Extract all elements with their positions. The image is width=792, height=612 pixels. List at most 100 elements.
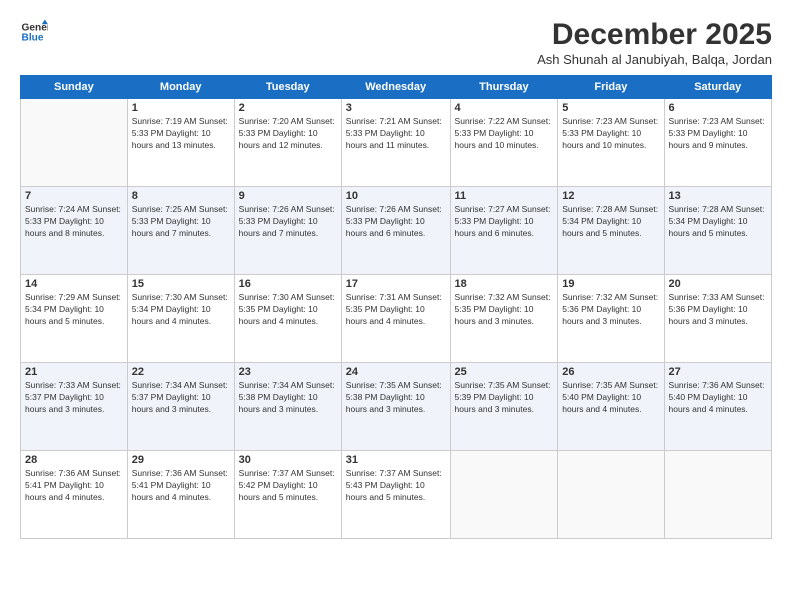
calendar-header-row: Sunday Monday Tuesday Wednesday Thursday… bbox=[21, 76, 772, 99]
calendar-table: Sunday Monday Tuesday Wednesday Thursday… bbox=[20, 75, 772, 539]
day-info: Sunrise: 7:36 AM Sunset: 5:40 PM Dayligh… bbox=[669, 380, 767, 416]
table-row: 12 Sunrise: 7:28 AM Sunset: 5:34 PM Dayli… bbox=[558, 187, 664, 275]
table-row: 20Sunrise: 7:33 AM Sunset: 5:36 PM Dayli… bbox=[664, 275, 771, 363]
header-saturday: Saturday bbox=[664, 76, 771, 99]
calendar-week-row: 28Sunrise: 7:36 AM Sunset: 5:41 PM Dayli… bbox=[21, 451, 772, 539]
day-info: Sunrise: 7:36 AM Sunset: 5:41 PM Dayligh… bbox=[132, 468, 230, 504]
header-wednesday: Wednesday bbox=[341, 76, 450, 99]
day-info: Sunrise: 7:35 AM Sunset: 5:38 PM Dayligh… bbox=[346, 380, 446, 416]
day-number: 30 bbox=[239, 454, 337, 466]
calendar-week-row: 1Sunrise: 7:19 AM Sunset: 5:33 PM Daylig… bbox=[21, 99, 772, 187]
calendar-week-row: 21 Sunrise: 7:33 AM Sunset: 5:37 PM Dayli… bbox=[21, 363, 772, 451]
table-row: 9 Sunrise: 7:26 AM Sunset: 5:33 PM Daylig… bbox=[234, 187, 341, 275]
header-friday: Friday bbox=[558, 76, 664, 99]
day-info: Sunrise: 7:28 AM Sunset: 5:34 PM Dayligh… bbox=[562, 204, 659, 240]
day-number: 26 bbox=[562, 366, 659, 378]
day-info: Sunrise: 7:24 AM Sunset: 5:33 PM Dayligh… bbox=[25, 204, 123, 240]
table-row: 24 Sunrise: 7:35 AM Sunset: 5:38 PM Dayli… bbox=[341, 363, 450, 451]
day-number: 7 bbox=[25, 190, 123, 202]
day-number: 12 bbox=[562, 190, 659, 202]
day-info: Sunrise: 7:35 AM Sunset: 5:40 PM Dayligh… bbox=[562, 380, 659, 416]
day-info: Sunrise: 7:33 AM Sunset: 5:36 PM Dayligh… bbox=[669, 292, 767, 328]
header: General Blue December 2025 Ash Shunah al… bbox=[20, 18, 772, 67]
logo-icon: General Blue bbox=[20, 18, 48, 46]
day-info: Sunrise: 7:29 AM Sunset: 5:34 PM Dayligh… bbox=[25, 292, 123, 328]
title-block: December 2025 Ash Shunah al Janubiyah, B… bbox=[537, 18, 772, 67]
day-info: Sunrise: 7:21 AM Sunset: 5:33 PM Dayligh… bbox=[346, 116, 446, 152]
day-info: Sunrise: 7:34 AM Sunset: 5:38 PM Dayligh… bbox=[239, 380, 337, 416]
day-info: Sunrise: 7:30 AM Sunset: 5:34 PM Dayligh… bbox=[132, 292, 230, 328]
table-row: 6Sunrise: 7:23 AM Sunset: 5:33 PM Daylig… bbox=[664, 99, 771, 187]
day-number: 25 bbox=[455, 366, 554, 378]
day-info: Sunrise: 7:32 AM Sunset: 5:35 PM Dayligh… bbox=[455, 292, 554, 328]
table-row: 1Sunrise: 7:19 AM Sunset: 5:33 PM Daylig… bbox=[127, 99, 234, 187]
table-row: 31 Sunrise: 7:37 AM Sunset: 5:43 PM Dayli… bbox=[341, 451, 450, 539]
table-row: 11 Sunrise: 7:27 AM Sunset: 5:33 PM Dayli… bbox=[450, 187, 558, 275]
table-row bbox=[558, 451, 664, 539]
table-row: 5Sunrise: 7:23 AM Sunset: 5:33 PM Daylig… bbox=[558, 99, 664, 187]
table-row: 30 Sunrise: 7:37 AM Sunset: 5:42 PM Dayli… bbox=[234, 451, 341, 539]
table-row: 28Sunrise: 7:36 AM Sunset: 5:41 PM Dayli… bbox=[21, 451, 128, 539]
day-number: 9 bbox=[239, 190, 337, 202]
day-info: Sunrise: 7:37 AM Sunset: 5:42 PM Dayligh… bbox=[239, 468, 337, 504]
day-info: Sunrise: 7:26 AM Sunset: 5:33 PM Dayligh… bbox=[239, 204, 337, 240]
table-row: 3 Sunrise: 7:21 AM Sunset: 5:33 PM Daylig… bbox=[341, 99, 450, 187]
header-tuesday: Tuesday bbox=[234, 76, 341, 99]
table-row: 2Sunrise: 7:20 AM Sunset: 5:33 PM Daylig… bbox=[234, 99, 341, 187]
day-number: 22 bbox=[132, 366, 230, 378]
day-info: Sunrise: 7:20 AM Sunset: 5:33 PM Dayligh… bbox=[239, 116, 337, 152]
table-row bbox=[21, 99, 128, 187]
page: General Blue December 2025 Ash Shunah al… bbox=[0, 0, 792, 612]
day-number: 13 bbox=[669, 190, 767, 202]
day-number: 24 bbox=[346, 366, 446, 378]
table-row: 16 Sunrise: 7:30 AM Sunset: 5:35 PM Dayli… bbox=[234, 275, 341, 363]
day-number: 21 bbox=[25, 366, 123, 378]
month-title: December 2025 bbox=[537, 18, 772, 52]
table-row: 21 Sunrise: 7:33 AM Sunset: 5:37 PM Dayli… bbox=[21, 363, 128, 451]
day-info: Sunrise: 7:25 AM Sunset: 5:33 PM Dayligh… bbox=[132, 204, 230, 240]
day-info: Sunrise: 7:30 AM Sunset: 5:35 PM Dayligh… bbox=[239, 292, 337, 328]
day-info: Sunrise: 7:37 AM Sunset: 5:43 PM Dayligh… bbox=[346, 468, 446, 504]
day-number: 14 bbox=[25, 278, 123, 290]
subtitle: Ash Shunah al Janubiyah, Balqa, Jordan bbox=[537, 52, 772, 67]
day-info: Sunrise: 7:27 AM Sunset: 5:33 PM Dayligh… bbox=[455, 204, 554, 240]
day-number: 15 bbox=[132, 278, 230, 290]
day-info: Sunrise: 7:19 AM Sunset: 5:33 PM Dayligh… bbox=[132, 116, 230, 152]
day-info: Sunrise: 7:31 AM Sunset: 5:35 PM Dayligh… bbox=[346, 292, 446, 328]
day-info: Sunrise: 7:28 AM Sunset: 5:34 PM Dayligh… bbox=[669, 204, 767, 240]
header-monday: Monday bbox=[127, 76, 234, 99]
calendar-week-row: 7 Sunrise: 7:24 AM Sunset: 5:33 PM Daylig… bbox=[21, 187, 772, 275]
day-number: 11 bbox=[455, 190, 554, 202]
header-sunday: Sunday bbox=[21, 76, 128, 99]
table-row: 14 Sunrise: 7:29 AM Sunset: 5:34 PM Dayli… bbox=[21, 275, 128, 363]
table-row: 29 Sunrise: 7:36 AM Sunset: 5:41 PM Dayli… bbox=[127, 451, 234, 539]
day-number: 3 bbox=[346, 102, 446, 114]
day-info: Sunrise: 7:32 AM Sunset: 5:36 PM Dayligh… bbox=[562, 292, 659, 328]
table-row: 26 Sunrise: 7:35 AM Sunset: 5:40 PM Dayli… bbox=[558, 363, 664, 451]
table-row: 19Sunrise: 7:32 AM Sunset: 5:36 PM Dayli… bbox=[558, 275, 664, 363]
day-info: Sunrise: 7:35 AM Sunset: 5:39 PM Dayligh… bbox=[455, 380, 554, 416]
table-row: 10Sunrise: 7:26 AM Sunset: 5:33 PM Dayli… bbox=[341, 187, 450, 275]
table-row bbox=[664, 451, 771, 539]
day-info: Sunrise: 7:26 AM Sunset: 5:33 PM Dayligh… bbox=[346, 204, 446, 240]
calendar-week-row: 14 Sunrise: 7:29 AM Sunset: 5:34 PM Dayli… bbox=[21, 275, 772, 363]
day-info: Sunrise: 7:33 AM Sunset: 5:37 PM Dayligh… bbox=[25, 380, 123, 416]
day-number: 31 bbox=[346, 454, 446, 466]
table-row: 4 Sunrise: 7:22 AM Sunset: 5:33 PM Daylig… bbox=[450, 99, 558, 187]
table-row: 7 Sunrise: 7:24 AM Sunset: 5:33 PM Daylig… bbox=[21, 187, 128, 275]
day-number: 27 bbox=[669, 366, 767, 378]
day-number: 23 bbox=[239, 366, 337, 378]
day-number: 8 bbox=[132, 190, 230, 202]
table-row: 8 Sunrise: 7:25 AM Sunset: 5:33 PM Daylig… bbox=[127, 187, 234, 275]
table-row bbox=[450, 451, 558, 539]
day-info: Sunrise: 7:23 AM Sunset: 5:33 PM Dayligh… bbox=[562, 116, 659, 152]
day-number: 4 bbox=[455, 102, 554, 114]
table-row: 25 Sunrise: 7:35 AM Sunset: 5:39 PM Dayli… bbox=[450, 363, 558, 451]
day-info: Sunrise: 7:22 AM Sunset: 5:33 PM Dayligh… bbox=[455, 116, 554, 152]
day-info: Sunrise: 7:36 AM Sunset: 5:41 PM Dayligh… bbox=[25, 468, 123, 504]
day-number: 29 bbox=[132, 454, 230, 466]
day-number: 16 bbox=[239, 278, 337, 290]
svg-text:Blue: Blue bbox=[22, 33, 44, 44]
day-number: 17 bbox=[346, 278, 446, 290]
table-row: 23 Sunrise: 7:34 AM Sunset: 5:38 PM Dayli… bbox=[234, 363, 341, 451]
